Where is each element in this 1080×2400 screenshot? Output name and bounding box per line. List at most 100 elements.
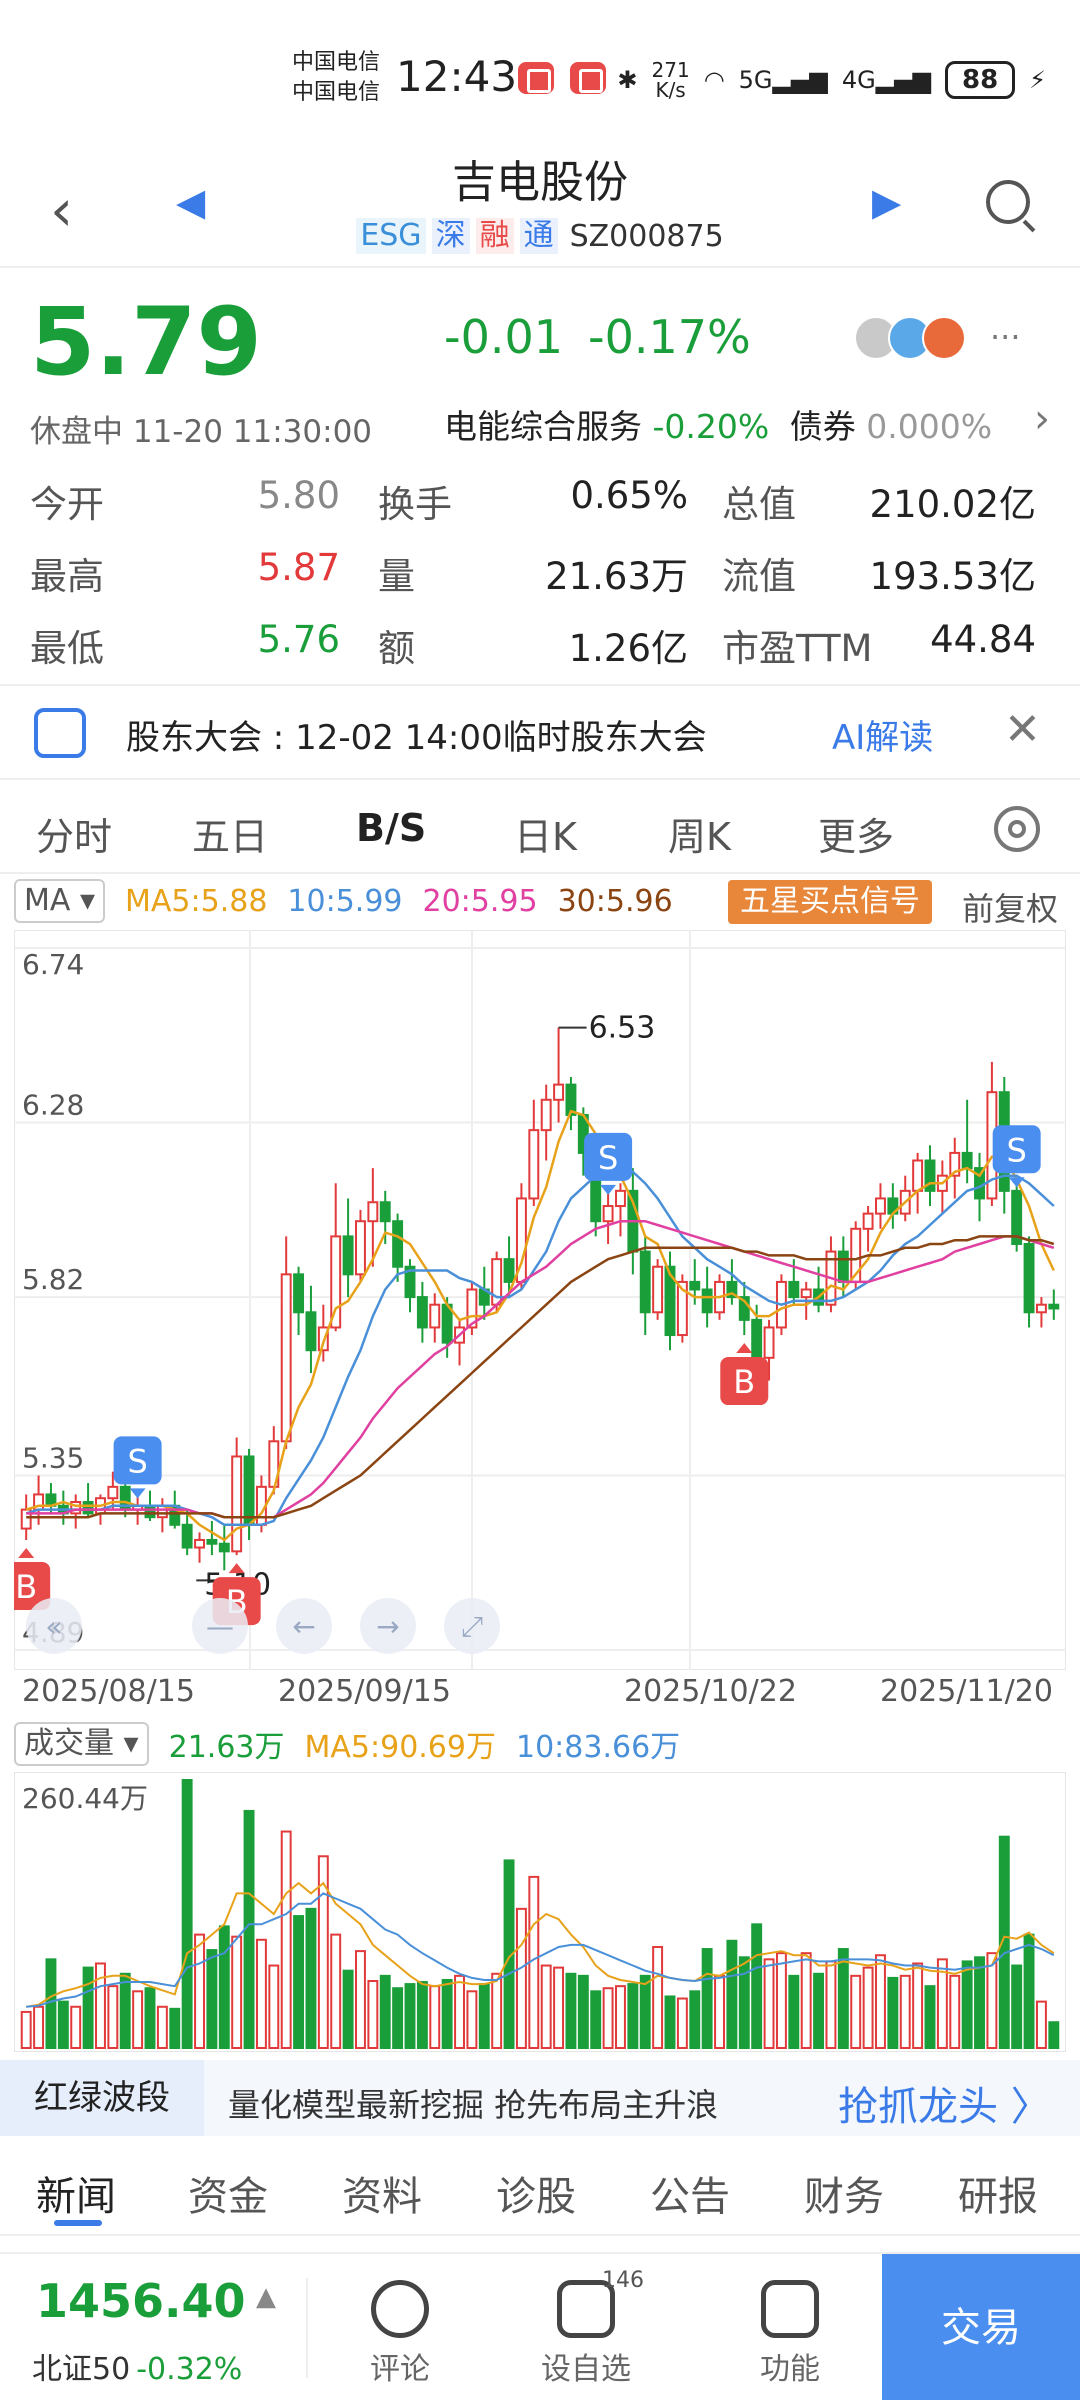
stock-tags: ESG 深 融 通 SZ000875 (0, 218, 1080, 254)
tab-bs[interactable]: B/S (356, 806, 426, 850)
buy-signal-label: B (15, 1568, 37, 1606)
candle (751, 1318, 763, 1359)
volume-selector[interactable]: 成交量 ▾ (14, 1722, 149, 1766)
stat-label: 最高 (30, 555, 104, 598)
candle (107, 1485, 119, 1500)
candlestick-chart[interactable]: 6.746.285.825.354.896.535.10BSBSBS«—←→⤢ (14, 930, 1066, 1670)
volume-bar (627, 1983, 639, 2049)
announcement-bar[interactable]: 股东大会 : 12-02 14:00临时股东大会 AI解读 ✕ (0, 684, 1080, 780)
search-icon[interactable] (986, 180, 1030, 224)
rewind-icon[interactable]: « (26, 1598, 82, 1654)
community-avatars[interactable] (854, 316, 966, 360)
volume-bar (701, 1948, 713, 2050)
high-label: 6.53 (589, 1011, 656, 1046)
tab-funds[interactable]: 资金 (188, 2164, 268, 2222)
volume-bar (615, 1985, 626, 2049)
tag-shen: 深 (431, 218, 470, 254)
wifi-icon: ◠ (703, 66, 725, 94)
buy-signal-label: B (733, 1363, 755, 1401)
expand-icon[interactable]: ▲ (256, 2282, 276, 2312)
function-button[interactable]: 功能 (720, 2268, 860, 2388)
volume-bar (763, 1958, 775, 2050)
tab-news[interactable]: 新闻 (36, 2164, 116, 2222)
ma20-value: 20:5.95 (422, 883, 538, 919)
adjust-selector[interactable]: 前复权 (962, 884, 1058, 930)
volume-bar (949, 1974, 961, 2050)
candle (689, 1280, 701, 1291)
x-label: 2025/10/22 (624, 1674, 797, 1709)
candle (701, 1288, 713, 1314)
volume-bar (1048, 2021, 1060, 2050)
tab-research[interactable]: 研报 (958, 2164, 1038, 2222)
settings-icon[interactable] (994, 806, 1040, 852)
tab-more[interactable]: 更多 (818, 806, 894, 861)
y-tick-label: 5.35 (22, 1441, 84, 1474)
svg-text:←: ← (292, 1610, 315, 1643)
stat-value: 210.02亿 (869, 483, 1036, 526)
volume-bar (1035, 2000, 1047, 2050)
add-watchlist-button[interactable]: 146 设自选 (516, 2268, 656, 2388)
network-speed: 271 K/s (651, 58, 690, 102)
buy-signal-arrow (18, 1547, 35, 1558)
candle (355, 1220, 366, 1276)
volume-bar (738, 1956, 750, 2050)
banner-cta[interactable]: 抢抓龙头 〉 (838, 2074, 1051, 2132)
tab-notices[interactable]: 公告 (650, 2164, 730, 2222)
candle (144, 1504, 156, 1519)
sector-info[interactable]: 电能综合服务 -0.20% 债券 0.000% (444, 400, 992, 448)
ai-interpret-link[interactable]: AI解读 (832, 710, 933, 759)
volume-bar (82, 1966, 94, 2050)
zoom-out-icon[interactable]: — (192, 1598, 248, 1654)
banner-tag: 红绿波段 (0, 2060, 204, 2136)
candle (392, 1220, 404, 1268)
tab-profile[interactable]: 资料 (342, 2164, 422, 2222)
candle (1035, 1303, 1047, 1314)
volume-chart[interactable]: 260.44万 (14, 1772, 1066, 2052)
candle (912, 1159, 924, 1192)
stat-label: 流值 (722, 555, 796, 598)
index-value[interactable]: 1456.40 (36, 2274, 246, 2328)
stat-label: 额 (378, 627, 415, 670)
candle (652, 1265, 664, 1314)
buy-signal-badge[interactable]: 五星买点信号 (728, 880, 932, 924)
ma-selector[interactable]: MA ▾ (14, 879, 106, 923)
trade-button[interactable]: 交易 (882, 2254, 1080, 2400)
price-change-pct: -0.17% (588, 310, 751, 364)
avatar (922, 316, 966, 360)
ma20-line (26, 1219, 1055, 1519)
candle (206, 1538, 218, 1545)
promo-banner[interactable]: 红绿波段 量化模型最新挖掘 抢先布局主升浪 抢抓龙头 〉 (0, 2060, 1080, 2136)
volume-bar (379, 1974, 391, 2050)
tab-daily-k[interactable]: 日K (514, 806, 577, 861)
tag-esg[interactable]: ESG (356, 218, 426, 254)
tab-diagnosis[interactable]: 诊股 (496, 2164, 576, 2222)
scroll-left-icon[interactable]: ← (276, 1598, 332, 1654)
candle (293, 1273, 305, 1314)
close-icon[interactable]: ✕ (1004, 704, 1041, 755)
candle (305, 1311, 317, 1352)
scroll-right-icon[interactable]: → (360, 1598, 416, 1654)
volume-bar (392, 1987, 404, 2049)
tab-intraday[interactable]: 分时 (36, 806, 112, 861)
candle (231, 1455, 243, 1553)
next-stock-icon[interactable]: ▶ (872, 180, 901, 224)
tab-weekly-k[interactable]: 周K (668, 806, 731, 861)
volume-bar (416, 1981, 428, 2049)
stat-value: 5.80 (257, 474, 340, 517)
stat-label: 总值 (722, 483, 796, 526)
tab-five-day[interactable]: 五日 (192, 806, 268, 861)
tab-financials[interactable]: 财务 (804, 2164, 884, 2222)
volume-bar (181, 1779, 193, 2049)
ma10-value: 10:5.99 (287, 883, 403, 919)
more-icon[interactable]: ··· (990, 318, 1021, 356)
volume-bar (553, 1966, 565, 2050)
volume-bar (231, 1935, 243, 2049)
comment-button[interactable]: 评论 (330, 2268, 470, 2388)
volume-bar (974, 1956, 985, 2050)
chevron-right-icon[interactable]: › (1034, 396, 1050, 442)
volume-bar (255, 1938, 267, 2049)
status-bar: 中国电信 中国电信 12:43 ✱ 271 K/s ◠ 5G▂▄▆ 4G▂▄▆ … (0, 0, 1080, 150)
fullscreen-icon[interactable]: ⤢ (444, 1598, 500, 1654)
volume-bar (714, 1974, 725, 2050)
candle (82, 1501, 94, 1515)
